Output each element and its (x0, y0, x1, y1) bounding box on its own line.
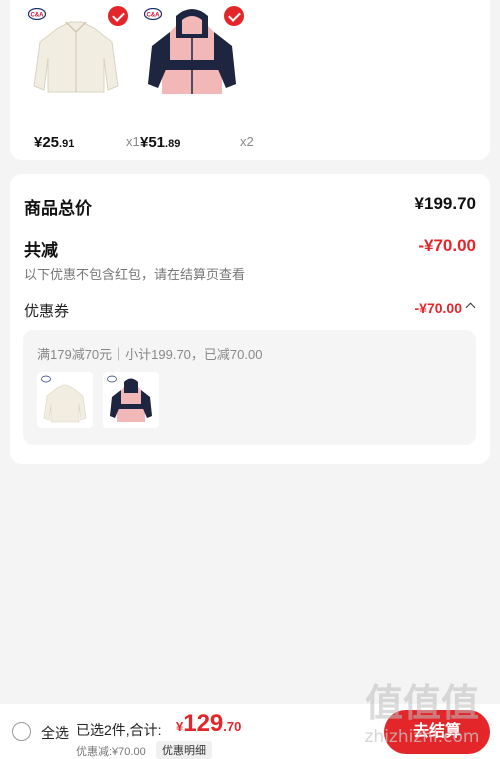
price-summary-card: 商品总价 ¥199.70 共减 -¥70.00 以下优惠不包含红包，请在结算页查… (10, 174, 490, 464)
coupon-detail-text: 满179减70元｜小计199.70，已减70.00 (37, 347, 263, 362)
product-thumbnail (37, 372, 93, 428)
discount-note: 以下优惠不包含红包，请在结算页查看 (24, 267, 246, 282)
checkout-button[interactable]: 去结算 (384, 710, 490, 754)
pink-navy-jacket-thumb-icon (107, 375, 152, 422)
total-price-value: ¥199.70 (414, 194, 476, 213)
selected-count-text: 已选2件,合计: (76, 722, 162, 738)
product-price: ¥51.89 (140, 134, 181, 151)
select-all-label[interactable]: 全选 (41, 723, 69, 743)
checkout-total: ¥129.70 (176, 710, 242, 737)
checked-icon[interactable] (224, 6, 244, 26)
checkout-bar: 全选 已选2件,合计: ¥129.70 优惠减:¥70.00 优惠明细 去结算 (0, 704, 500, 759)
product-qty: x1 (126, 134, 140, 149)
discount-detail-button[interactable]: 优惠明细 (156, 741, 212, 759)
svg-text:C&A: C&A (147, 13, 161, 19)
product-card: C&A ¥25.91 x1 C&A ¥51.89 x2 (10, 0, 490, 160)
discount-label: 共减 (24, 241, 58, 260)
brand-logo-icon: C&A (144, 8, 162, 20)
discount-value: -¥70.00 (418, 236, 476, 255)
product-price: ¥25.91 (34, 134, 75, 151)
select-all-radio[interactable] (12, 722, 31, 741)
coupon-label[interactable]: 优惠券 (24, 300, 69, 321)
total-price-label: 商品总价 (24, 199, 92, 218)
brand-logo-icon: C&A (28, 8, 46, 20)
product-qty: x2 (240, 134, 254, 149)
svg-text:C&A: C&A (31, 13, 45, 19)
chevron-up-icon[interactable] (465, 302, 476, 313)
coupon-detail-box: 满179减70元｜小计199.70，已减70.00 (23, 330, 476, 445)
checked-icon[interactable] (108, 6, 128, 26)
coupon-value[interactable]: -¥70.00 (415, 300, 462, 316)
cream-fleece-jacket-thumb-icon (41, 375, 87, 423)
product-thumbnail (103, 372, 159, 428)
discount-summary: 优惠减:¥70.00 (76, 746, 146, 758)
